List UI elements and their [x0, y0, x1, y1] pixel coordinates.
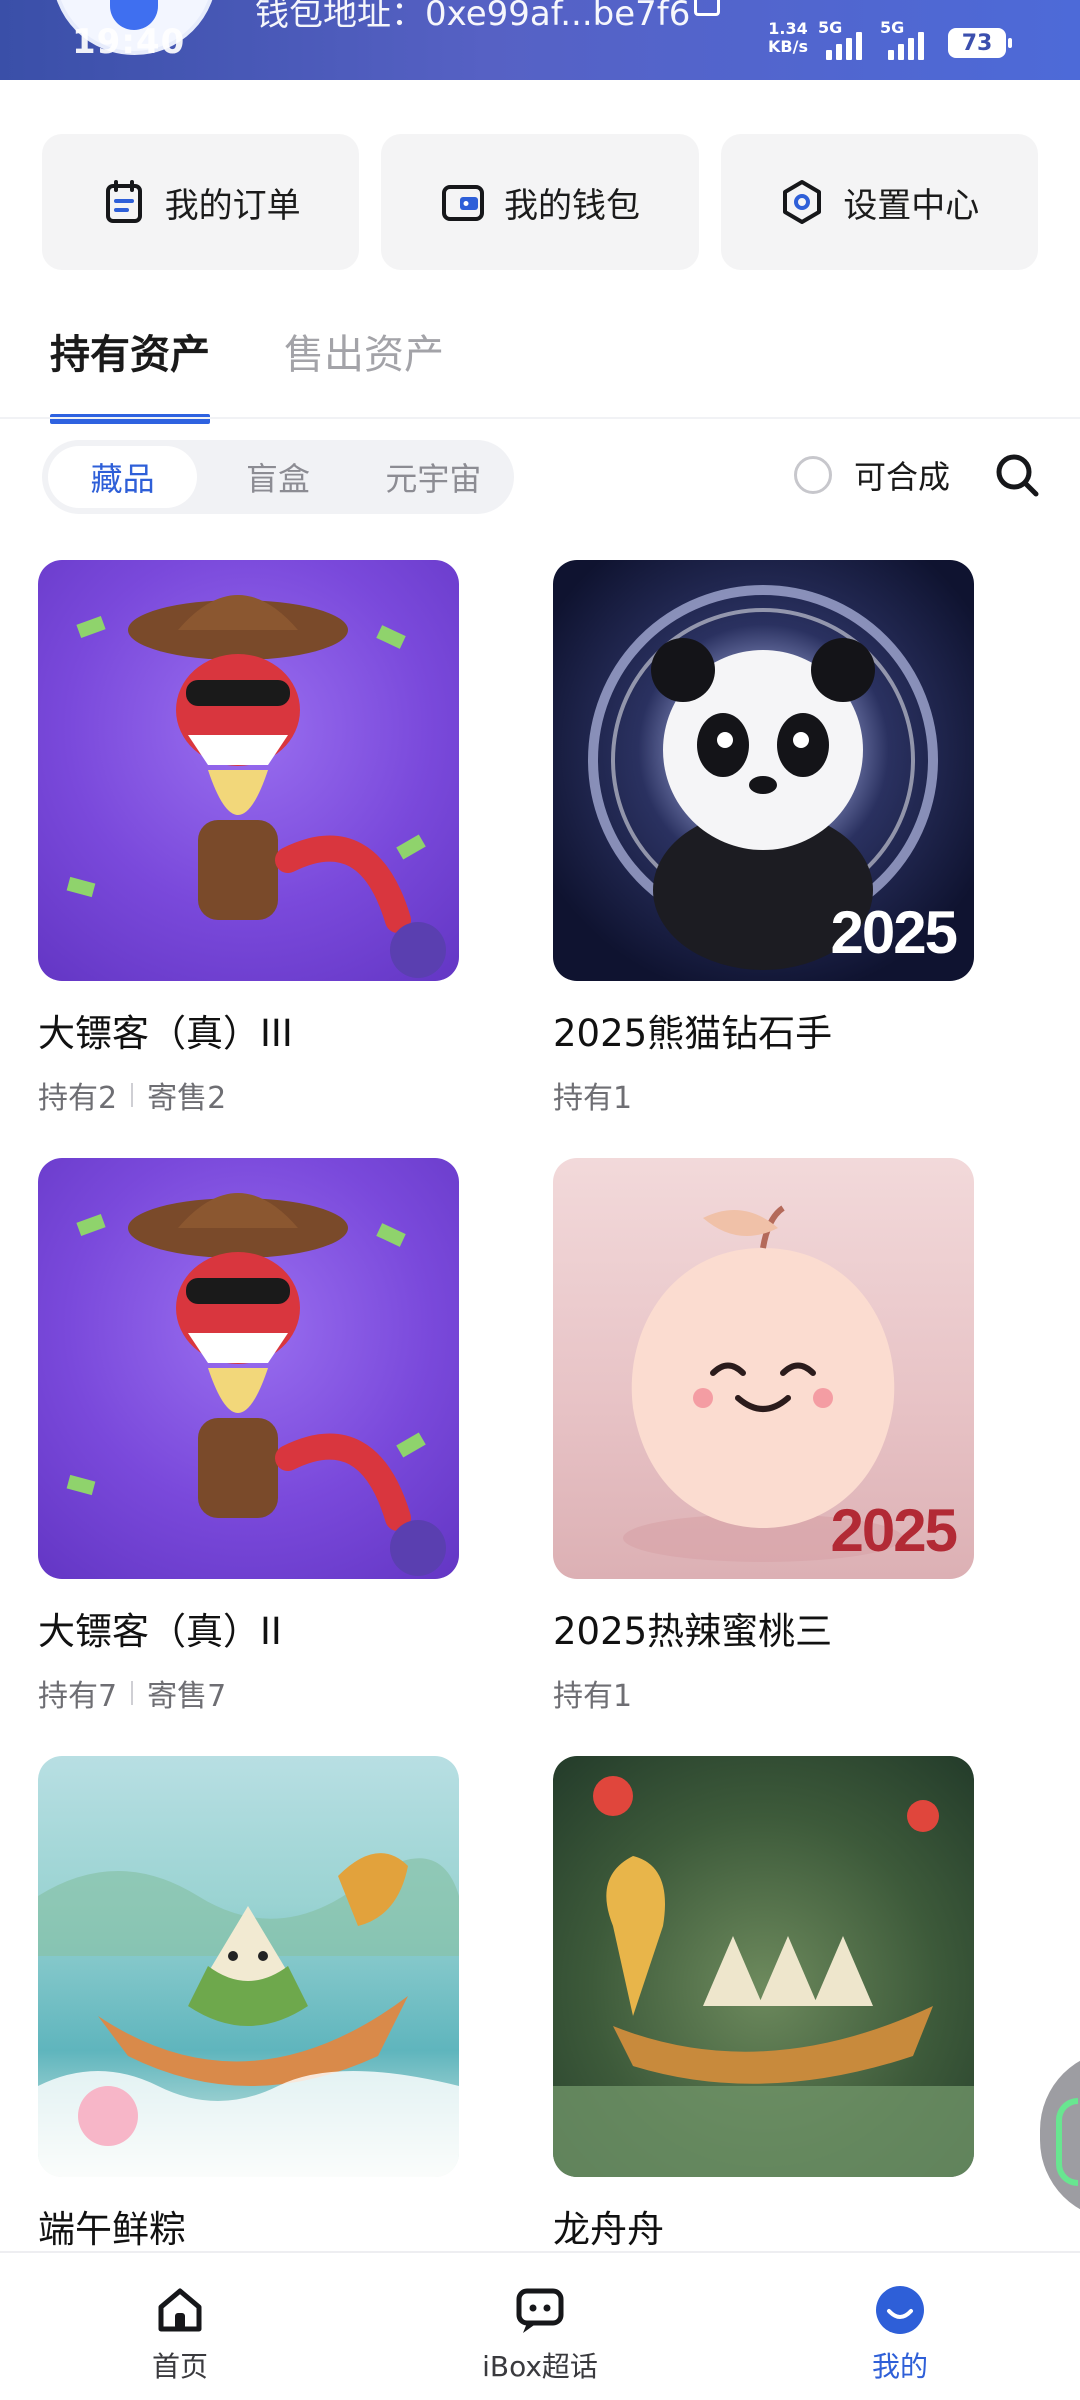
network-speed-unit: KB/s	[768, 37, 808, 56]
nav-label-mine: 我的	[871, 2350, 928, 2383]
asset-image-zongzi	[38, 1756, 459, 2177]
signal-bars-1-icon	[826, 24, 862, 60]
nav-item-mine[interactable]: 我的	[720, 2253, 1080, 2400]
hold-count: 持有1	[553, 1081, 633, 1116]
consign-count: 寄售2	[147, 1081, 227, 1116]
nav-label-home: 首页	[151, 2350, 208, 2383]
asset-title: 端午鲜粽	[38, 2208, 186, 2251]
asset-card[interactable]: 大镖客（真）III 持有2 寄售2	[38, 560, 459, 1117]
order-icon	[105, 180, 142, 223]
asset-card[interactable]: 2025 2025熊猫钻石手 持有1	[553, 560, 974, 1117]
chat-icon	[516, 2288, 564, 2333]
tab-holding-assets[interactable]: 持有资产	[50, 320, 210, 424]
my-orders-label: 我的订单	[164, 185, 301, 226]
settings-center-label: 设置中心	[843, 185, 980, 226]
year-badge: 2025	[830, 1497, 958, 1564]
asset-image-peach: 2025	[553, 1158, 974, 1579]
synthesizable-radio[interactable]	[794, 456, 832, 494]
meta-divider	[131, 1083, 134, 1107]
asset-card[interactable]: 2025 2025热辣蜜桃三 持有1	[553, 1158, 974, 1715]
wallet-icon	[441, 185, 484, 221]
home-icon	[158, 2288, 202, 2332]
consign-count: 寄售7	[147, 1679, 227, 1714]
asset-tabs: 持有资产 售出资产	[50, 320, 444, 424]
battery-icon: 73	[948, 28, 1012, 58]
asset-card[interactable]: 端午鲜粽	[38, 1756, 459, 2253]
settings-icon	[783, 180, 822, 224]
tab-divider	[0, 417, 1080, 419]
category-segmented-control: 藏品 盲盒 元宇宙	[42, 440, 514, 514]
signal-bars-2-icon	[888, 24, 924, 60]
segment-metaverse[interactable]: 元宇宙	[359, 446, 508, 508]
asset-title: 龙舟舟	[553, 2208, 664, 2251]
asset-image-dragon-boat	[553, 1756, 974, 2177]
asset-title: 大镖客（真）III	[38, 1012, 293, 1055]
network-speed: 1.34 KB/s	[768, 20, 808, 56]
asset-card[interactable]: 大镖客（真）II 持有7 寄售7	[38, 1158, 459, 1715]
profile-icon	[876, 2286, 924, 2334]
my-wallet-button[interactable]: 我的钱包	[381, 134, 699, 270]
asset-meta: 持有1	[553, 1671, 974, 1715]
asset-meta: 持有1	[553, 1073, 974, 1117]
asset-title: 2025熊猫钻石手	[553, 1012, 833, 1055]
search-icon[interactable]	[994, 452, 1040, 498]
meta-divider	[131, 1681, 134, 1705]
segment-collectibles[interactable]: 藏品	[48, 446, 198, 508]
cowboy-snake-illustration	[66, 1193, 446, 1576]
cowboy-snake-illustration	[66, 595, 446, 978]
asset-title: 大镖客（真）II	[38, 1610, 282, 1653]
my-wallet-label: 我的钱包	[503, 185, 640, 226]
asset-image-panda: 2025	[553, 560, 974, 981]
dragon-boat-illustration	[553, 1776, 974, 2177]
asset-image-cowboy-snake	[38, 1158, 459, 1579]
nav-item-ibox-topics[interactable]: iBox超话	[360, 2253, 720, 2400]
hold-count: 持有2	[38, 1081, 118, 1116]
network-speed-value: 1.34	[768, 19, 808, 38]
zongzi-boat-illustration	[38, 1853, 459, 2177]
asset-title: 2025热辣蜜桃三	[553, 1610, 833, 1653]
year-badge: 2025	[830, 899, 958, 966]
floating-assistant-handle[interactable]	[1040, 2050, 1080, 2220]
wallet-address: 钱包地址：0xe99af...be7f6	[255, 0, 691, 34]
nav-label-ibox-topics: iBox超话	[482, 2350, 598, 2383]
status-time: 19:40	[72, 22, 186, 62]
nav-item-home[interactable]: 首页	[0, 2253, 360, 2400]
hold-count: 持有7	[38, 1679, 118, 1714]
hold-count: 持有1	[553, 1679, 633, 1714]
synthesizable-label: 可合成	[854, 458, 951, 496]
profile-header: 19:40 钱包地址：0xe99af...be7f6 1.34 KB/s 5G …	[0, 0, 1080, 80]
asset-meta: 持有7 寄售7	[38, 1671, 459, 1715]
settings-center-button[interactable]: 设置中心	[720, 134, 1038, 270]
copy-icon[interactable]	[694, 0, 720, 16]
my-orders-button[interactable]: 我的订单	[42, 134, 360, 270]
asset-image-cowboy-snake	[38, 560, 459, 981]
synthesizable-filter[interactable]: 可合成	[794, 452, 950, 498]
asset-card[interactable]: 龙舟舟	[553, 1756, 974, 2253]
asset-meta: 持有2 寄售2	[38, 1073, 459, 1117]
tab-sold-assets[interactable]: 售出资产	[284, 320, 444, 420]
segment-blind-box[interactable]: 盲盒	[203, 446, 352, 508]
bottom-navigation: 首页 iBox超话 我的	[0, 2251, 1080, 2400]
quick-actions: 我的订单 我的钱包 设置中心	[42, 134, 1038, 270]
